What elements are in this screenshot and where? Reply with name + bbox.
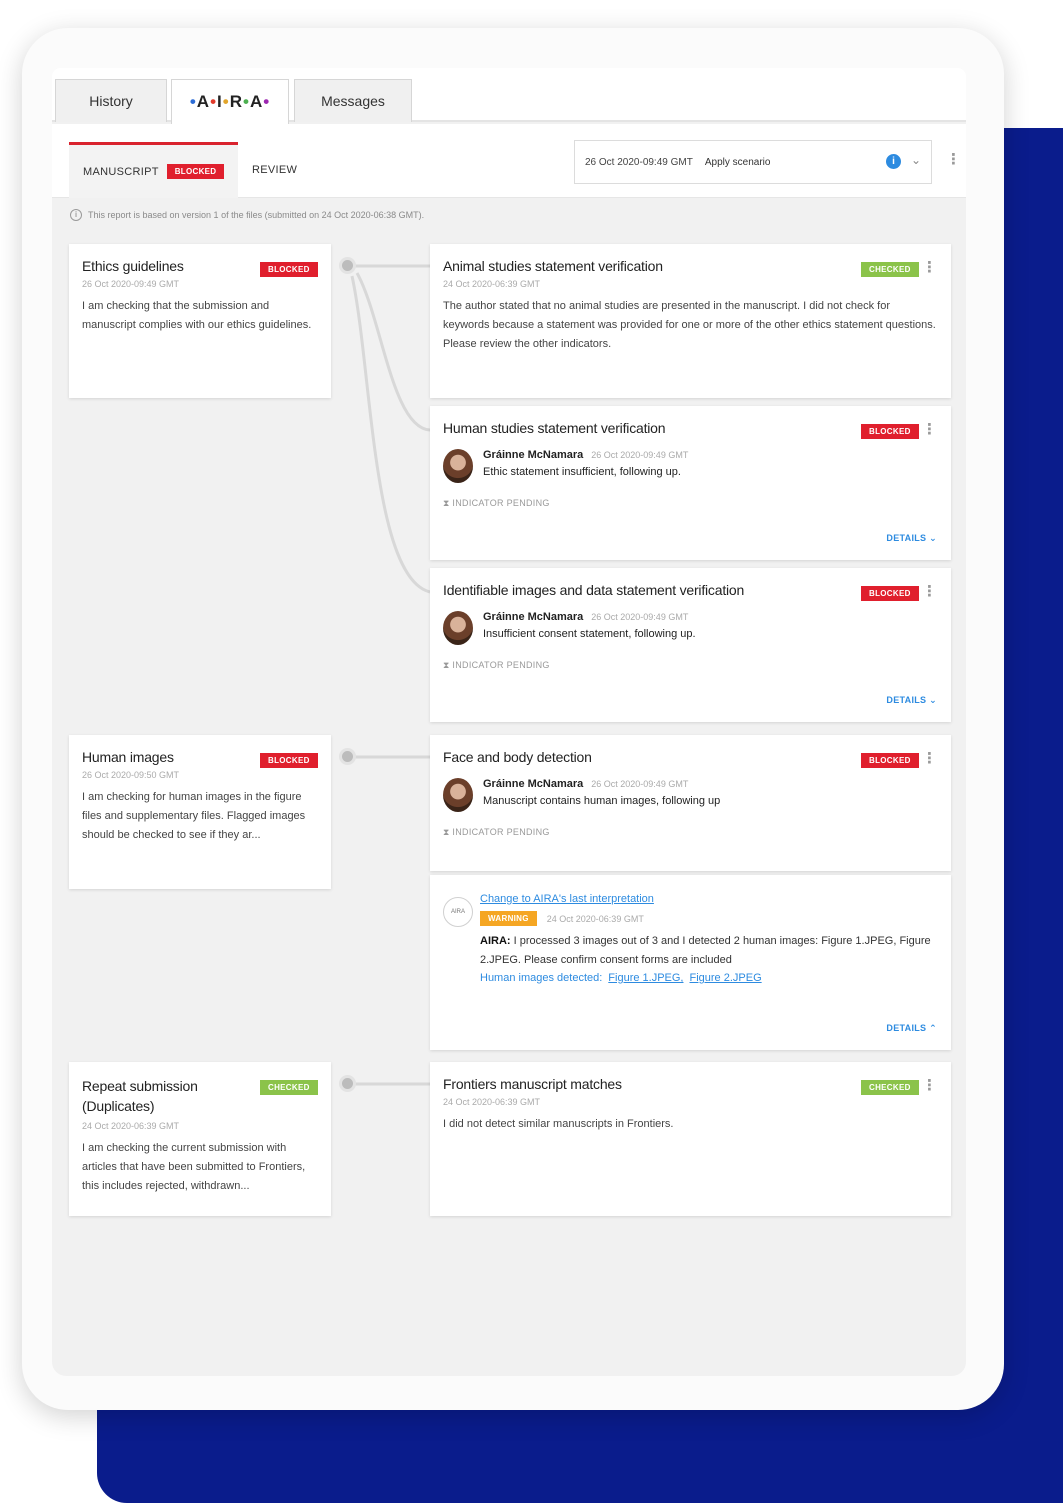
status-badge: BLOCKED <box>861 586 919 601</box>
details-toggle[interactable]: DETAILS ⌄ <box>886 695 937 706</box>
indicator-pending: ⧗ INDICATOR PENDING <box>443 827 550 837</box>
figure-2-link[interactable]: Figure 2.JPEG <box>690 972 762 984</box>
chevron-down-icon: ⌄ <box>929 533 937 543</box>
card-description: I am checking that the submission and ma… <box>82 300 312 331</box>
change-interpretation-link[interactable]: Change to AIRA's last interpretation <box>480 893 938 905</box>
manuscript-status-badge: BLOCKED <box>166 164 225 179</box>
check-card-identifiable-images[interactable]: Identifiable images and data statement v… <box>430 568 951 722</box>
comment: Gráinne McNamara 26 Oct 2020-09:49 GMT Et… <box>443 449 938 483</box>
hourglass-icon: ⧗ <box>443 498 453 508</box>
avatar <box>443 611 473 645</box>
details-toggle[interactable]: DETAILS ⌄ <box>886 533 937 544</box>
scenario-select[interactable]: 26 Oct 2020-09:49 GMT Apply scenario i ⌄ <box>574 140 932 184</box>
card-date: 26 Oct 2020-09:49 GMT <box>82 279 180 289</box>
detected-label: Human images detected: <box>480 972 603 984</box>
sub-header: MANUSCRIPT BLOCKED REVIEW 26 Oct 2020-09… <box>52 124 966 198</box>
comment-author-row: Gráinne McNamara 26 Oct 2020-09:49 GMT <box>483 449 688 461</box>
version-notice: i This report is based on version 1 of t… <box>70 209 424 221</box>
more-options-icon[interactable]: ⋮ <box>922 258 937 276</box>
card-date: 24 Oct 2020-06:39 GMT <box>443 279 541 289</box>
more-options-icon[interactable]: ⋮ <box>946 150 961 168</box>
group-card-repeat-submission[interactable]: Repeat submission (Duplicates) CHECKED 2… <box>69 1062 331 1216</box>
more-options-icon[interactable]: ⋮ <box>922 1076 937 1094</box>
check-card-human-studies[interactable]: Human studies statement verification BLO… <box>430 406 951 560</box>
aira-note-date: 24 Oct 2020-06:39 GMT <box>546 913 644 924</box>
warning-badge: WARNING <box>480 911 537 926</box>
scenario-label: Apply scenario <box>704 156 771 168</box>
comment-author: Gráinne McNamara <box>483 778 584 790</box>
group-card-human-images[interactable]: Human images BLOCKED 26 Oct 2020-09:50 G… <box>69 735 331 889</box>
comment-author: Gráinne McNamara <box>483 611 584 623</box>
chevron-down-icon: ⌄ <box>929 695 937 705</box>
status-badge: BLOCKED <box>260 753 318 768</box>
aira-avatar: AIRA <box>443 897 473 927</box>
group-card-ethics[interactable]: Ethics guidelines BLOCKED 26 Oct 2020-09… <box>69 244 331 398</box>
subtab-manuscript[interactable]: MANUSCRIPT BLOCKED <box>69 142 239 198</box>
chevron-down-icon: ⌄ <box>910 153 921 167</box>
card-date: 26 Oct 2020-09:50 GMT <box>82 770 180 780</box>
comment-date: 26 Oct 2020-09:49 GMT <box>591 612 689 622</box>
comment-author: Gráinne McNamara <box>483 449 584 461</box>
detected-images-row: Human images detected: Figure 1.JPEG, Fi… <box>480 972 938 984</box>
tab-aira[interactable]: •A•I•R•A• <box>171 79 289 124</box>
tab-history[interactable]: History <box>55 79 167 122</box>
comment: Gráinne McNamara 26 Oct 2020-09:49 GMT Ma… <box>443 778 938 812</box>
comment-text: Insufficient consent statement, followin… <box>483 628 696 640</box>
comment-author-row: Gráinne McNamara 26 Oct 2020-09:49 GMT <box>483 611 696 623</box>
tab-messages-label: Messages <box>321 93 385 109</box>
connector-node <box>339 257 356 274</box>
more-options-icon[interactable]: ⋮ <box>922 582 937 600</box>
comment-text: Manuscript contains human images, follow… <box>483 795 721 807</box>
card-date: 24 Oct 2020-06:39 GMT <box>443 1097 541 1107</box>
comment-author-row: Gráinne McNamara 26 Oct 2020-09:49 GMT <box>483 778 720 790</box>
connector-node <box>339 1075 356 1092</box>
scenario-timestamp: 26 Oct 2020-09:49 GMT <box>585 156 693 168</box>
aira-logo: •A•I•R•A• <box>189 92 271 111</box>
avatar <box>443 778 473 812</box>
indicator-pending: ⧗ INDICATOR PENDING <box>443 498 550 508</box>
aira-interpretation-box: AIRA Change to AIRA's last interpretatio… <box>430 875 951 1050</box>
comment-text: Ethic statement insufficient, following … <box>483 466 681 478</box>
comment-date: 26 Oct 2020-09:49 GMT <box>591 450 689 460</box>
check-card-frontiers-matches[interactable]: Frontiers manuscript matches CHECKED ⋮ 2… <box>430 1062 951 1216</box>
comment-date: 26 Oct 2020-09:49 GMT <box>591 779 689 789</box>
card-title: Repeat submission (Duplicates) <box>82 1078 198 1114</box>
subtab-review[interactable]: REVIEW <box>252 142 297 198</box>
aira-message: AIRA: I processed 3 images out of 3 and … <box>480 935 931 966</box>
comment: Gráinne McNamara 26 Oct 2020-09:49 GMT In… <box>443 611 938 645</box>
app-screen: History •A•I•R•A• Messages MANUSCRIPT BL… <box>52 68 966 1376</box>
figure-1-link[interactable]: Figure 1.JPEG, <box>608 972 683 984</box>
status-badge: CHECKED <box>861 1080 919 1095</box>
subtab-review-label: REVIEW <box>252 164 298 176</box>
check-card-face-body[interactable]: Face and body detection BLOCKED ⋮ Gráinn… <box>430 735 951 871</box>
version-notice-text: This report is based on version 1 of the… <box>88 210 425 220</box>
indicator-pending: ⧗ INDICATOR PENDING <box>443 660 550 670</box>
more-options-icon[interactable]: ⋮ <box>922 749 937 767</box>
more-options-icon[interactable]: ⋮ <box>922 420 937 438</box>
info-icon[interactable]: i <box>886 154 901 169</box>
top-tab-bar: History •A•I•R•A• Messages <box>52 68 966 124</box>
avatar <box>443 449 473 483</box>
card-description: I did not detect similar manuscripts in … <box>443 1118 674 1130</box>
hourglass-icon: ⧗ <box>443 660 453 670</box>
card-date: 24 Oct 2020-06:39 GMT <box>82 1121 180 1131</box>
status-badge: CHECKED <box>861 262 919 277</box>
check-card-animal-studies[interactable]: Animal studies statement verification CH… <box>430 244 951 398</box>
card-description: The author stated that no animal studies… <box>443 300 936 350</box>
tab-messages[interactable]: Messages <box>294 79 412 122</box>
status-badge: BLOCKED <box>861 424 919 439</box>
hourglass-icon: ⧗ <box>443 827 453 837</box>
info-circle-icon: i <box>70 209 82 221</box>
subtab-manuscript-label: MANUSCRIPT <box>83 165 159 178</box>
status-badge: BLOCKED <box>260 262 318 277</box>
card-description: I am checking for human images in the fi… <box>82 791 306 841</box>
connector-node <box>339 748 356 765</box>
status-badge: CHECKED <box>260 1080 318 1095</box>
card-description: I am checking the current submission wit… <box>82 1142 306 1192</box>
details-toggle[interactable]: DETAILS ⌃ <box>886 1023 937 1034</box>
tab-history-label: History <box>89 93 133 109</box>
status-badge: BLOCKED <box>861 753 919 768</box>
chevron-up-icon: ⌃ <box>929 1023 937 1033</box>
